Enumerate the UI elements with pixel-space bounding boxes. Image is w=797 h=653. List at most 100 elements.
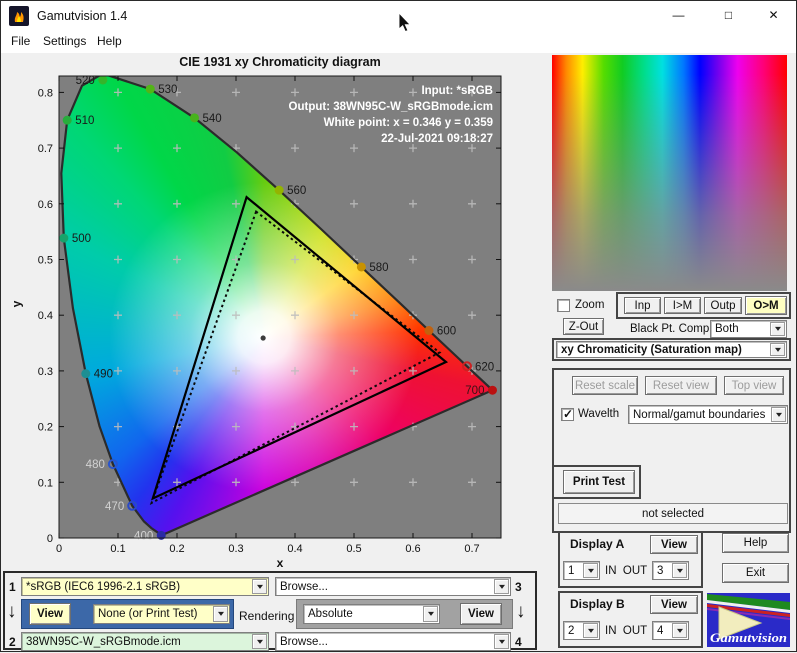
z-out-button[interactable]: Z-Out <box>563 318 604 335</box>
svg-text:0.5: 0.5 <box>38 255 53 267</box>
svg-text:0.6: 0.6 <box>38 199 53 211</box>
svg-text:0.3: 0.3 <box>38 366 53 378</box>
boundaries-select[interactable]: Normal/gamut boundaries <box>628 405 788 424</box>
wavelth-checkbox-label: Wavelth <box>578 408 619 420</box>
dropdown-arrow-icon[interactable] <box>252 579 267 594</box>
x-axis-label: x <box>59 556 501 570</box>
display-b-out-select[interactable]: 4 <box>652 621 689 640</box>
minimize-button[interactable]: — <box>656 1 701 30</box>
print-test-button[interactable]: Print Test <box>563 470 635 494</box>
display-a-view-button[interactable]: View <box>650 535 698 554</box>
wavelth-checkbox[interactable] <box>561 408 574 421</box>
gamutvision-logo: Gamutvision <box>707 593 790 647</box>
svg-text:0: 0 <box>56 543 62 555</box>
display-map-select[interactable]: xy Chromaticity (Saturation map) <box>556 341 787 358</box>
menu-file[interactable]: File <box>11 34 30 48</box>
svg-text:0.7: 0.7 <box>38 143 53 155</box>
svg-text:0.2: 0.2 <box>169 543 184 555</box>
svg-text:0.1: 0.1 <box>38 477 53 489</box>
dropdown-arrow-icon[interactable] <box>770 322 785 336</box>
top-view-button[interactable]: Top view <box>724 376 784 395</box>
maximize-icon: □ <box>725 8 732 22</box>
exit-button[interactable]: Exit <box>722 563 789 583</box>
input-profile-value: *sRGB (IEC6 1996-2.1 sRGB) <box>26 581 180 593</box>
rendering-intent-select[interactable]: Absolute <box>303 604 440 624</box>
close-button[interactable]: ✕ <box>751 1 796 30</box>
view-b-button[interactable]: View <box>460 603 502 625</box>
dropdown-arrow-icon[interactable] <box>213 606 228 622</box>
display-b-title: Display B <box>570 597 625 611</box>
display-a-out-value: 3 <box>657 565 663 577</box>
svg-text:0: 0 <box>47 533 53 545</box>
o-to-m-button[interactable]: O>M <box>745 296 787 315</box>
svg-text:0.4: 0.4 <box>38 310 53 322</box>
reset-view-button[interactable]: Reset view <box>645 376 717 395</box>
browse-4-select[interactable]: Browse... <box>275 632 511 651</box>
outp-button[interactable]: Outp <box>704 297 742 314</box>
annotation-input: Input: *sRGB <box>181 83 493 99</box>
plot-annotations: Input: *sRGB Output: 38WN95C-W_sRGBmode.… <box>181 83 493 147</box>
browse-3-select[interactable]: Browse... <box>275 577 511 596</box>
display-a-out-select[interactable]: 3 <box>652 561 689 580</box>
slot-2-number: 2 <box>9 635 16 649</box>
dropdown-arrow-icon[interactable] <box>494 579 509 594</box>
map-none-value: None (or Print Test) <box>98 608 198 620</box>
inp-button[interactable]: Inp <box>624 297 661 314</box>
svg-text:0.3: 0.3 <box>228 543 243 555</box>
display-a-in-select[interactable]: 1 <box>563 561 600 580</box>
flow-down-arrow-left: ↓ <box>7 601 17 623</box>
flow-down-arrow-right: ↓ <box>516 601 526 623</box>
output-profile-select[interactable]: 38WN95C-W_sRGBmode.icm <box>21 632 269 651</box>
zoom-checkbox-label: Zoom <box>575 299 604 311</box>
dropdown-arrow-icon[interactable] <box>423 606 438 622</box>
display-a-title: Display A <box>570 537 624 551</box>
logo-text: Gamutvision <box>710 630 787 645</box>
svg-text:0.8: 0.8 <box>38 87 53 99</box>
display-b-in-select[interactable]: 2 <box>563 621 600 640</box>
svg-text:0.1: 0.1 <box>110 543 125 555</box>
svg-text:0.5: 0.5 <box>346 543 361 555</box>
input-profile-select[interactable]: *sRGB (IEC6 1996-2.1 sRGB) <box>21 577 269 596</box>
dropdown-arrow-icon[interactable] <box>583 563 598 578</box>
view-a-button[interactable]: View <box>29 603 71 625</box>
close-icon: ✕ <box>768 8 778 22</box>
svg-text:0.2: 0.2 <box>38 422 53 434</box>
dropdown-arrow-icon[interactable] <box>672 563 687 578</box>
dropdown-arrow-icon[interactable] <box>252 634 267 649</box>
help-button[interactable]: Help <box>722 533 789 553</box>
window-title: Gamutvision 1.4 <box>37 9 127 23</box>
display-a-inout-label: IN OUT <box>605 565 647 577</box>
map-none-select[interactable]: None (or Print Test) <box>93 604 230 624</box>
maximize-button[interactable]: □ <box>706 1 751 30</box>
annotation-white-point: White point: x = 0.346 y = 0.359 <box>181 115 493 131</box>
display-map-value: xy Chromaticity (Saturation map) <box>561 344 742 356</box>
app-icon <box>9 6 29 26</box>
zoom-checkbox[interactable] <box>557 299 570 312</box>
display-b-inout-label: IN OUT <box>605 625 647 637</box>
boundaries-value: Normal/gamut boundaries <box>633 409 765 421</box>
mouse-cursor <box>398 12 414 39</box>
browse-4-value: Browse... <box>280 636 328 648</box>
reset-scale-button[interactable]: Reset scale <box>572 376 638 395</box>
dropdown-arrow-icon[interactable] <box>771 407 786 422</box>
minimize-icon: — <box>673 8 685 22</box>
svg-text:0.4: 0.4 <box>287 543 302 555</box>
annotation-timestamp: 22-Jul-2021 09:18:27 <box>181 131 493 147</box>
black-pt-comp-value: Both <box>715 323 739 335</box>
dropdown-arrow-icon[interactable] <box>672 623 687 638</box>
menu-help[interactable]: Help <box>97 34 122 48</box>
i-to-m-button[interactable]: I>M <box>664 297 701 314</box>
annotation-output: Output: 38WN95C-W_sRGBmode.icm <box>181 99 493 115</box>
menu-settings[interactable]: Settings <box>43 34 86 48</box>
dropdown-arrow-icon[interactable] <box>770 343 785 356</box>
display-b-out-value: 4 <box>657 625 663 637</box>
svg-text:0.6: 0.6 <box>405 543 420 555</box>
display-b-view-button[interactable]: View <box>650 595 698 614</box>
status-bar: not selected <box>558 503 788 524</box>
output-profile-value: 38WN95C-W_sRGBmode.icm <box>26 636 181 648</box>
slot-1-number: 1 <box>9 580 16 594</box>
map-select-frame: xy Chromaticity (Saturation map) <box>552 338 791 361</box>
black-pt-comp-select[interactable]: Both <box>710 320 787 338</box>
dropdown-arrow-icon[interactable] <box>583 623 598 638</box>
dropdown-arrow-icon[interactable] <box>494 634 509 649</box>
